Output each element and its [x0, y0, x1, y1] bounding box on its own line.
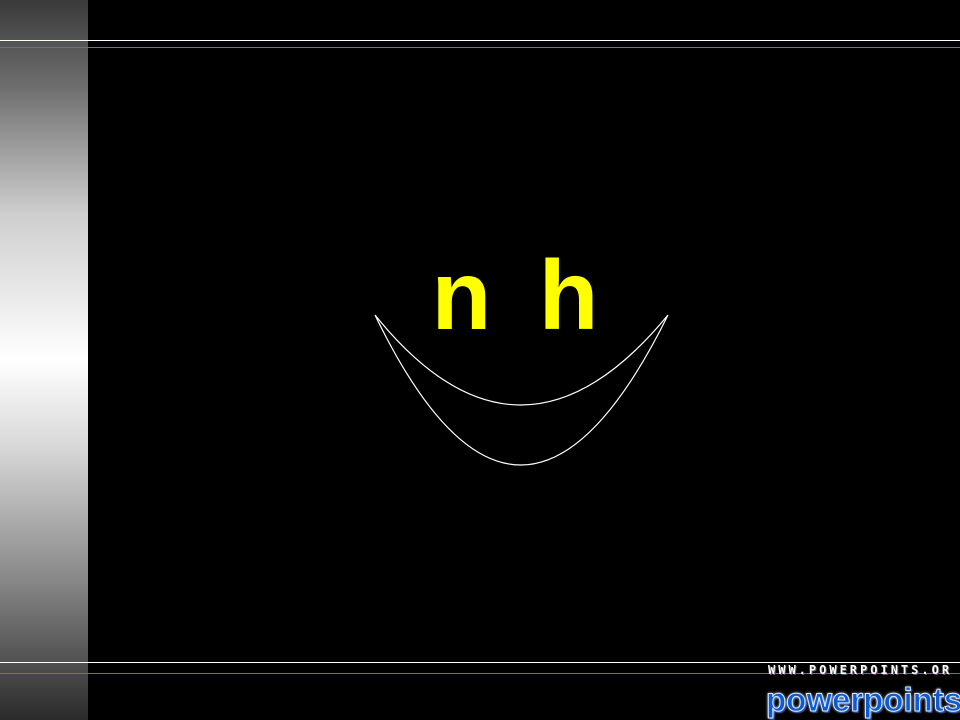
- top-rule-white: [0, 40, 960, 41]
- smile-outline: [374, 314, 669, 466]
- slide-canvas: n h WWW.POWERPOINTS.OR powerpoints.or: [0, 0, 960, 720]
- smile-shape: [374, 314, 669, 466]
- top-rule-teal: [0, 47, 960, 48]
- brand-url: WWW.POWERPOINTS.OR: [768, 663, 953, 677]
- brand-logo: WWW.POWERPOINTS.OR powerpoints.or: [764, 662, 960, 720]
- brand-name: powerpoints.or: [765, 681, 960, 719]
- side-gradient-band: [0, 0, 88, 720]
